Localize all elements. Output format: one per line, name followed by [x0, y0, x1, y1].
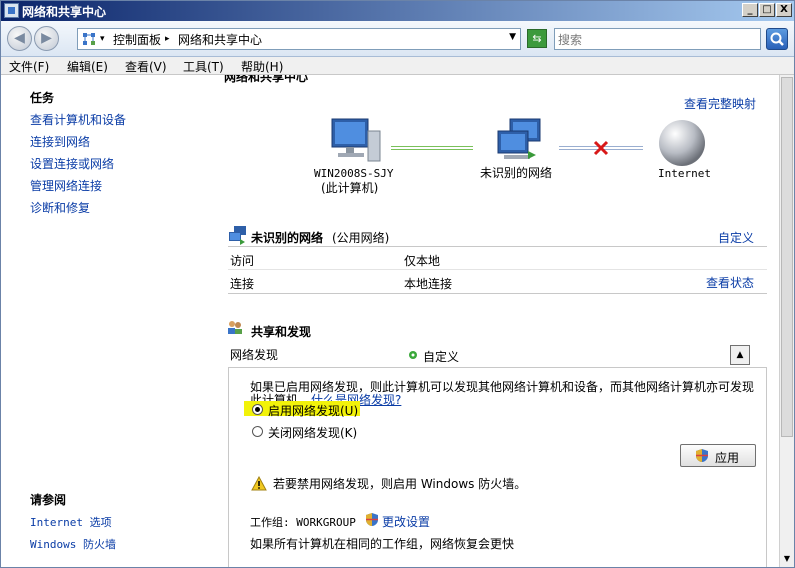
discovery-value: 自定义 — [423, 350, 460, 364]
apply-label: 应用 — [715, 451, 740, 465]
task-manage-connections[interactable]: 管理网络连接 — [30, 177, 102, 194]
task-setup-connection[interactable]: 设置连接或网络 — [30, 155, 114, 172]
refresh-button[interactable]: ⇆ — [527, 29, 547, 48]
network-type: (公用网络) — [332, 231, 390, 245]
uac-shield-icon — [696, 449, 708, 462]
view-full-map-link[interactable]: 查看完整映射 — [684, 95, 756, 112]
sharing-header: 共享和发现 — [251, 325, 312, 339]
network-grid-icon — [83, 33, 95, 45]
forward-button[interactable]: ▶ — [34, 26, 59, 51]
collapse-button[interactable]: ▲ — [730, 345, 750, 365]
internet-label: Internet — [658, 167, 711, 180]
chevron-icon[interactable]: ▸ — [165, 34, 170, 44]
firewall-warning: 若要禁用网络发现，则启用 Windows 防火墙。 — [273, 477, 527, 491]
address-bar: ◀ ▶ ▾ 控制面板 ▸ 网络和共享中心 ▼ ⇆ 搜索 — [1, 21, 794, 57]
customize-link[interactable]: 自定义 — [718, 229, 754, 246]
menu-file[interactable]: 文件(F) — [9, 58, 49, 75]
menu-edit[interactable]: 编辑(E) — [67, 58, 108, 75]
task-view-computers[interactable]: 查看计算机和设备 — [30, 111, 126, 128]
close-button[interactable]: X — [776, 3, 792, 17]
disable-discovery-radio[interactable] — [252, 426, 263, 437]
computer-subtitle: (此计算机) — [321, 181, 379, 195]
sharing-users-icon — [228, 321, 242, 334]
status-dot-icon — [409, 351, 417, 359]
enable-discovery-radio[interactable] — [252, 404, 263, 415]
menu-tools[interactable]: 工具(T) — [183, 58, 224, 75]
link-internet-options[interactable]: Internet 选项 — [30, 514, 112, 530]
network-center-icon — [4, 3, 19, 18]
workgroup-footer: 如果所有计算机在相同的工作组，网络恢复会更快 — [250, 537, 515, 551]
address-dropdown-icon[interactable]: ▼ — [509, 32, 516, 42]
chevron-icon[interactable]: ▾ — [100, 34, 105, 44]
see-also-header: 请参阅 — [30, 493, 67, 507]
search-button[interactable] — [766, 28, 788, 50]
connection-line-local — [391, 146, 473, 150]
network-small-icon — [229, 226, 246, 245]
minimize-button[interactable]: _ — [742, 3, 758, 17]
divider — [228, 246, 767, 247]
scrollbar-thumb[interactable] — [781, 77, 793, 437]
address-box[interactable]: ▾ 控制面板 ▸ 网络和共享中心 ▼ — [77, 28, 521, 50]
link-windows-firewall[interactable]: Windows 防火墙 — [30, 536, 116, 552]
vertical-scrollbar[interactable]: ▼ — [779, 75, 794, 567]
title-bar: 网络和共享中心 _ □ X — [1, 1, 794, 21]
network-icon — [497, 118, 541, 159]
row-value-access: 仅本地 — [404, 254, 441, 268]
back-button[interactable]: ◀ — [7, 26, 32, 51]
divider — [228, 293, 767, 294]
search-input[interactable]: 搜索 — [554, 28, 761, 50]
change-settings-link[interactable]: 更改设置 — [382, 513, 430, 530]
scroll-down-icon[interactable]: ▼ — [781, 553, 793, 565]
warning-icon — [251, 476, 267, 491]
disable-discovery-label[interactable]: 关闭网络发现(K) — [268, 424, 357, 441]
panel-border-left — [228, 368, 229, 567]
view-status-link[interactable]: 查看状态 — [706, 274, 754, 291]
menu-bar: 文件(F) 编辑(E) 查看(V) 工具(T) 帮助(H) — [1, 57, 794, 75]
network-label: 未识别的网络 — [480, 166, 553, 180]
enable-discovery-label[interactable]: 启用网络发现(U) — [268, 402, 358, 419]
row-value-connection: 本地连接 — [404, 277, 453, 291]
menu-help[interactable]: 帮助(H) — [241, 58, 283, 75]
breadcrumb-control-panel[interactable]: 控制面板 — [113, 31, 161, 48]
main-content: 网络和共享中心 查看完整映射 WIN2008S-SJY (此计算机) 未识别的网… — [224, 75, 779, 567]
task-pane: 任务 查看计算机和设备 连接到网络 设置连接或网络 管理网络连接 诊断和修复 请… — [1, 75, 223, 567]
apply-button[interactable]: 应用 — [680, 444, 756, 467]
tasks-header: 任务 — [30, 91, 55, 105]
internet-globe-icon — [659, 120, 705, 166]
uac-shield-icon — [366, 513, 378, 526]
page-title: 网络和共享中心 — [224, 75, 309, 84]
row-label-connection: 连接 — [230, 277, 255, 291]
disconnected-x-icon — [593, 140, 609, 156]
divider — [228, 367, 767, 368]
menu-view[interactable]: 查看(V) — [125, 58, 167, 75]
network-name: 未识别的网络 — [251, 231, 324, 245]
maximize-button[interactable]: □ — [759, 3, 775, 17]
window-title: 网络和共享中心 — [22, 5, 107, 19]
workgroup-label: 工作组: WORKGROUP — [250, 516, 356, 529]
divider — [228, 269, 767, 270]
discovery-label: 网络发现 — [230, 348, 279, 362]
breadcrumb-network-center[interactable]: 网络和共享中心 — [178, 31, 262, 48]
row-label-access: 访问 — [230, 254, 255, 268]
computer-icon — [331, 118, 381, 162]
search-icon — [770, 32, 784, 46]
task-diagnose-repair[interactable]: 诊断和修复 — [30, 199, 90, 216]
panel-border-right — [766, 368, 767, 567]
task-connect-network[interactable]: 连接到网络 — [30, 133, 90, 150]
window: 网络和共享中心 _ □ X ◀ ▶ ▾ 控制面板 ▸ 网络和共享中心 ▼ ⇆ 搜… — [0, 0, 795, 568]
